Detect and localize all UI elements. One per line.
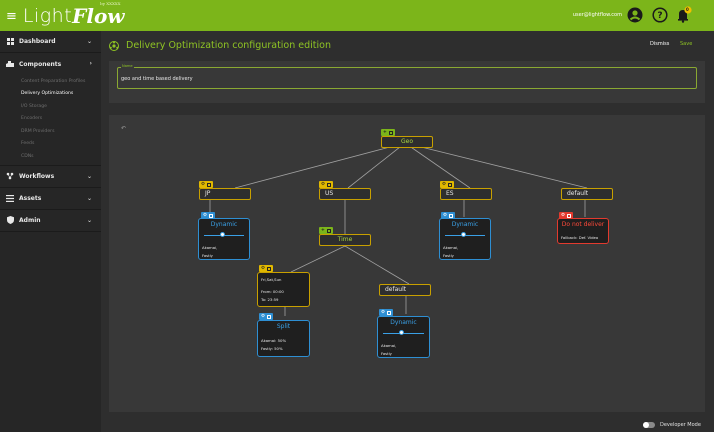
- user-email[interactable]: user@lightflow.com: [573, 12, 622, 18]
- sidebar-subitem-content-preparation-profiles[interactable]: Content Preparation Profiles: [0, 75, 101, 88]
- notifications-bell-icon[interactable]: 0: [675, 6, 693, 24]
- sidebar: Dashboard ⌄ Components › Content Prepara…: [0, 31, 101, 432]
- time-default-node[interactable]: default: [379, 284, 431, 296]
- us-node[interactable]: US: [319, 188, 371, 200]
- settings-icon: ⚙: [201, 182, 206, 187]
- chevron-down-icon: ⌄: [86, 38, 92, 45]
- name-panel: Name geo and time based delivery: [109, 61, 705, 103]
- app-logo[interactable]: ≡ Light Flow by XXXXX: [6, 1, 125, 29]
- settings-icon: ⚙: [442, 182, 447, 187]
- delivery-optimization-icon: [109, 36, 119, 55]
- settings-icon: ⚙: [381, 310, 386, 315]
- settings-icon: ⚙: [261, 266, 266, 271]
- dashboard-icon: [6, 38, 14, 46]
- sidebar-subitem-feeds[interactable]: Feeds: [0, 138, 101, 151]
- geo-default-node[interactable]: default: [561, 188, 613, 200]
- dismiss-button[interactable]: Dismiss: [650, 41, 669, 47]
- sidebar-subitem-encoders[interactable]: Encoders: [0, 113, 101, 126]
- sidebar-subitem-io-storage[interactable]: I/O Storage: [0, 100, 101, 113]
- user-account-icon[interactable]: [626, 6, 644, 24]
- delete-icon: [449, 213, 454, 218]
- connector-geo-us: [347, 142, 406, 189]
- menu-icon[interactable]: ≡: [6, 10, 17, 23]
- delete-icon: [567, 213, 572, 218]
- delete-icon: [448, 182, 453, 187]
- save-button[interactable]: Save: [680, 41, 692, 47]
- delete-icon: [387, 310, 392, 315]
- es-node-toolbar[interactable]: ⚙: [440, 181, 455, 188]
- delete-icon: [267, 314, 272, 319]
- slider-knob[interactable]: [461, 232, 466, 237]
- es-node[interactable]: ES: [440, 188, 492, 200]
- jp-node[interactable]: JP: [199, 188, 251, 200]
- jp-node-toolbar[interactable]: ⚙: [199, 181, 214, 188]
- settings-icon: ⚙: [261, 314, 266, 319]
- do-not-deliver-card[interactable]: Do not deliver Fallback: Def. Video: [557, 218, 609, 244]
- workflows-icon: [6, 172, 14, 180]
- delete-icon: [388, 130, 393, 135]
- svg-text:?: ?: [657, 11, 662, 21]
- sidebar-subitem-cdns[interactable]: CDNs: [0, 150, 101, 163]
- admin-icon: [6, 216, 14, 224]
- components-submenu: Content Preparation Profiles Delivery Op…: [0, 75, 101, 166]
- developer-mode-toggle[interactable]: Developer Mode: [643, 422, 701, 428]
- name-field-value[interactable]: geo and time based delivery: [121, 76, 193, 82]
- connector-time-schedule: [290, 245, 346, 273]
- slider-knob[interactable]: [220, 232, 225, 237]
- connector-time-default: [344, 245, 410, 285]
- toggle-switch[interactable]: [643, 422, 655, 428]
- notification-count: 0: [686, 7, 689, 12]
- chevron-down-icon: ⌄: [86, 172, 92, 180]
- schedule-condition-card[interactable]: Fri,Sat,Sun From: 00:00 To: 23:59: [257, 272, 310, 307]
- delete-icon: [327, 182, 332, 187]
- sidebar-subitem-delivery-optimizations[interactable]: Delivery Optimizations: [0, 88, 101, 101]
- connector-geo-default: [404, 142, 588, 189]
- delete-icon: [326, 228, 331, 233]
- top-bar: ≡ Light Flow by XXXXX user@lightflow.com …: [0, 0, 714, 31]
- sidebar-item-workflows[interactable]: Workflows ⌄: [0, 166, 101, 188]
- split-card[interactable]: Split Akamai: 50% Fastly: 50%: [257, 320, 310, 357]
- dynamic-es-card[interactable]: Dynamic Akamai, Fastly: [439, 218, 491, 260]
- delete-icon: [209, 213, 214, 218]
- decision-tree-canvas[interactable]: ↶ + Geo ⚙ JP ⚙ US ⚙ ES default ⚙ Dynamic…: [109, 115, 705, 412]
- schedule-node-toolbar[interactable]: ⚙: [259, 265, 274, 272]
- tree-connectors: [209, 142, 588, 316]
- delete-icon: [267, 266, 272, 271]
- add-icon: +: [383, 130, 387, 135]
- connector-geo-es: [404, 142, 471, 189]
- sidebar-item-admin[interactable]: Admin ⌄: [0, 210, 101, 232]
- name-field[interactable]: Name geo and time based delivery: [117, 64, 697, 89]
- time-node[interactable]: Time: [319, 234, 371, 246]
- slider-knob[interactable]: [399, 330, 404, 335]
- chevron-right-icon: ›: [89, 60, 92, 67]
- assets-icon: [6, 194, 14, 202]
- chevron-down-icon: ⌄: [86, 216, 92, 224]
- us-node-toolbar[interactable]: ⚙: [319, 181, 334, 188]
- time-node-toolbar[interactable]: +: [319, 227, 333, 234]
- settings-icon: ⚙: [321, 182, 326, 187]
- chevron-down-icon: ⌄: [86, 194, 92, 202]
- components-icon: [6, 60, 14, 68]
- dynamic-default-toolbar[interactable]: ⚙: [379, 309, 394, 316]
- page-title: Delivery Optimization configuration edit…: [126, 39, 331, 51]
- geo-node-toolbar[interactable]: +: [381, 129, 395, 136]
- add-icon: +: [321, 228, 325, 233]
- page-header: Delivery Optimization configuration edit…: [109, 37, 331, 53]
- geo-node[interactable]: Geo: [381, 136, 433, 148]
- main-content: Delivery Optimization configuration edit…: [101, 31, 714, 432]
- sidebar-item-assets[interactable]: Assets ⌄: [0, 188, 101, 210]
- sidebar-subitem-drm-providers[interactable]: DRM Providers: [0, 125, 101, 138]
- dynamic-jp-card[interactable]: Dynamic Akamai, Fastly: [198, 218, 250, 260]
- delete-icon: [207, 182, 212, 187]
- sidebar-item-dashboard[interactable]: Dashboard ⌄: [0, 31, 101, 53]
- sidebar-item-components[interactable]: Components ›: [0, 53, 101, 75]
- split-node-toolbar[interactable]: ⚙: [259, 313, 274, 320]
- name-field-label: Name: [121, 64, 134, 68]
- dynamic-default-card[interactable]: Dynamic Akamai, Fastly: [377, 316, 430, 358]
- help-icon[interactable]: ?: [651, 6, 669, 24]
